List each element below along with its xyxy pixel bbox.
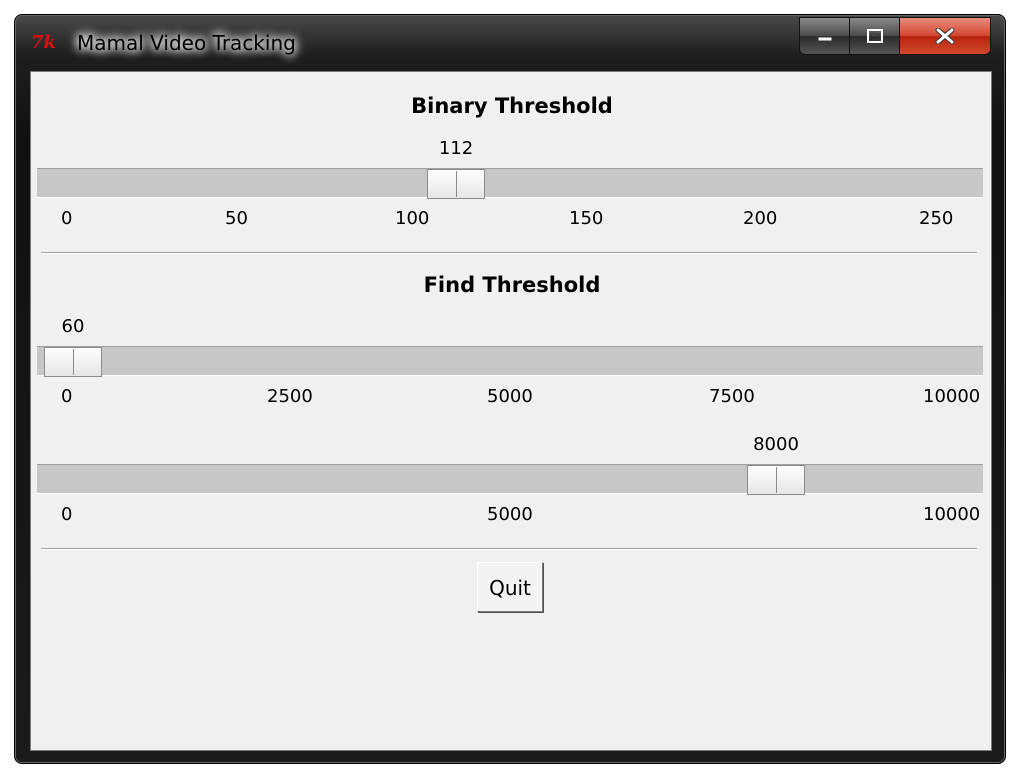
slider-grip: [776, 467, 777, 493]
client-area: Binary Threshold 112 0 50 100 150 200 25…: [30, 71, 992, 751]
binary-threshold-slider[interactable]: [37, 168, 983, 199]
caption-buttons: [799, 17, 991, 55]
find-threshold-min-slider[interactable]: [37, 346, 983, 377]
find-threshold-max-slider-handle[interactable]: [747, 465, 805, 495]
application-window: 7k Mamal Video Tracking Binary Threshold…: [14, 14, 1006, 764]
tick-label: 7500: [709, 386, 755, 407]
binary-threshold-slider-handle[interactable]: [427, 169, 485, 199]
tick-label: 5000: [487, 386, 533, 407]
tick-label: 150: [569, 208, 604, 229]
quit-button[interactable]: Quit: [477, 562, 543, 612]
find-threshold-min-value: 60: [61, 316, 85, 337]
separator: [41, 548, 977, 550]
tick-label: 50: [225, 208, 248, 229]
title-bar[interactable]: 7k Mamal Video Tracking: [15, 15, 1005, 71]
separator: [41, 252, 977, 254]
binary-threshold-title: Binary Threshold: [411, 94, 613, 118]
close-icon: [935, 28, 955, 44]
find-threshold-title: Find Threshold: [423, 273, 601, 297]
tick-label: 250: [919, 208, 954, 229]
tk-feather-icon: 7k: [31, 32, 56, 53]
minimize-button[interactable]: [800, 18, 850, 54]
tick-label: 10000: [923, 504, 981, 525]
binary-threshold-value: 112: [438, 138, 474, 159]
find-threshold-max-slider[interactable]: [37, 464, 983, 495]
tick-label: 5000: [487, 504, 533, 525]
tick-label: 2500: [267, 386, 313, 407]
slider-grip: [456, 171, 457, 197]
maximize-button[interactable]: [850, 18, 900, 54]
close-button[interactable]: [900, 18, 990, 54]
tick-label: 0: [61, 208, 73, 229]
tick-label: 10000: [923, 386, 981, 407]
window-title: Mamal Video Tracking: [77, 31, 296, 55]
tick-label: 200: [743, 208, 778, 229]
find-threshold-min-slider-handle[interactable]: [44, 347, 102, 377]
find-threshold-max-value: 8000: [753, 434, 799, 455]
tick-label: 0: [61, 386, 73, 407]
tick-label: 100: [395, 208, 430, 229]
minimize-icon: [817, 36, 832, 42]
slider-grip: [73, 349, 74, 375]
tick-label: 0: [61, 504, 73, 525]
maximize-icon: [866, 29, 883, 43]
